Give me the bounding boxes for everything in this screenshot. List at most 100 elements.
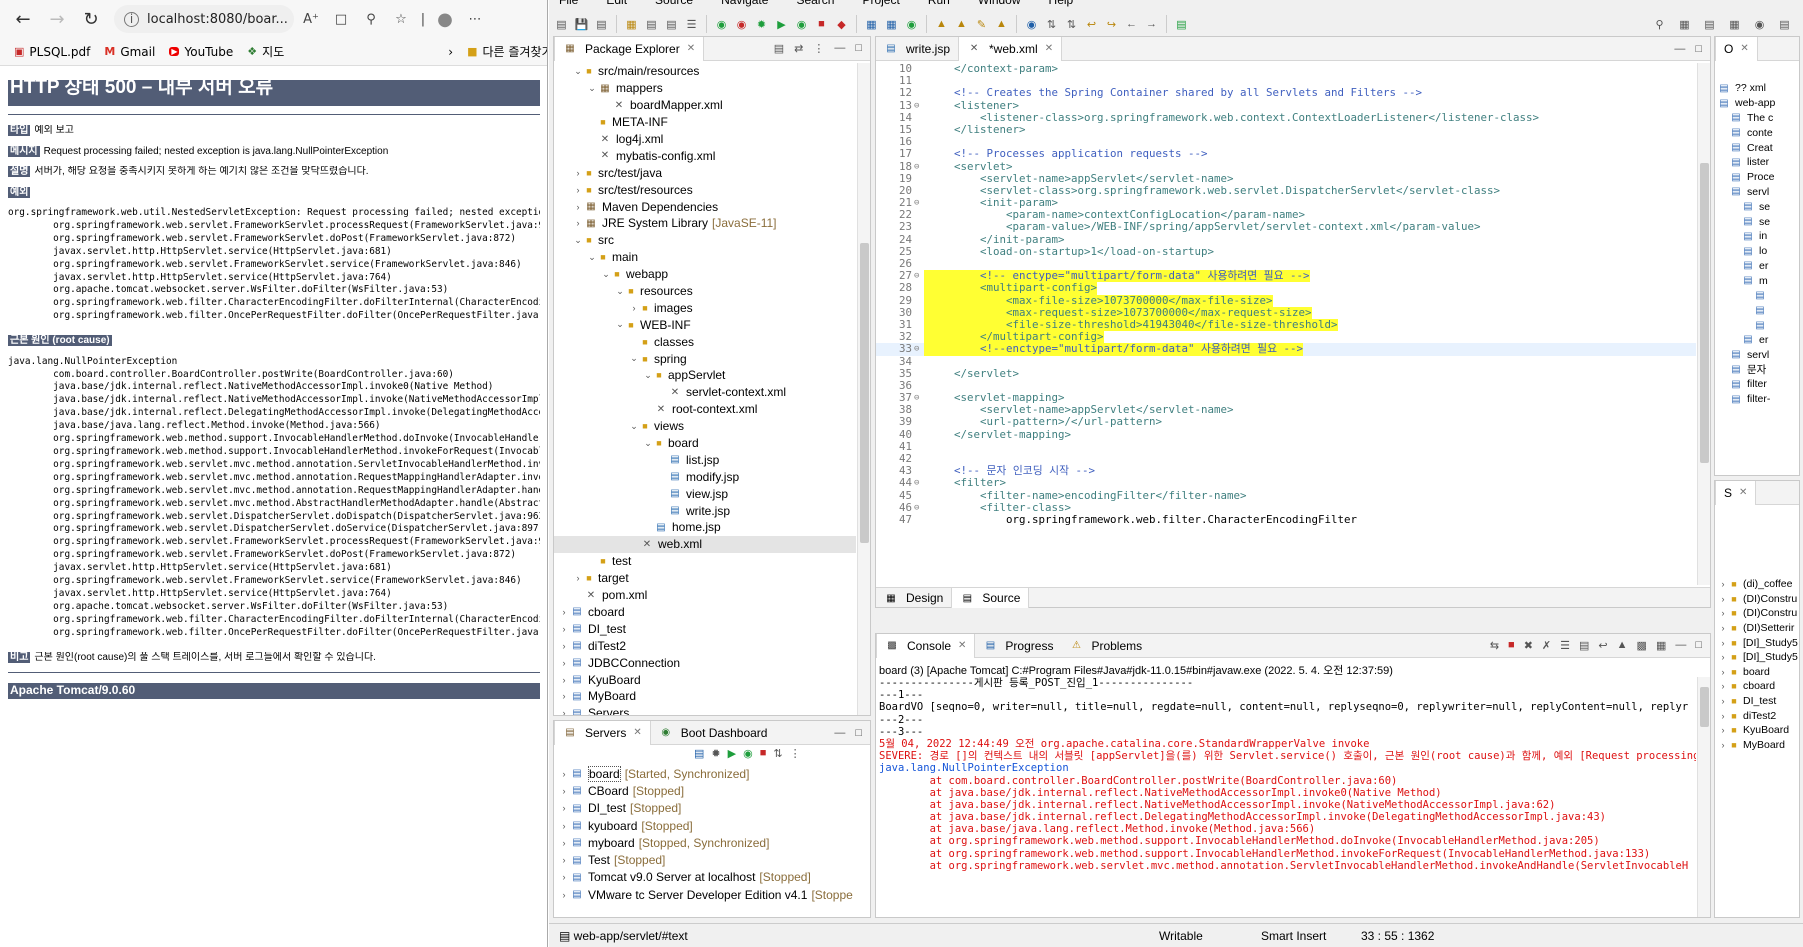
- open-folder-icon[interactable]: ▲: [933, 16, 950, 33]
- server-item[interactable]: › ▤ myboard [Stopped, Synchronized]: [554, 834, 856, 851]
- menu-project[interactable]: Project: [862, 0, 899, 7]
- reader-view-icon[interactable]: □: [328, 6, 354, 32]
- tree-item-write-jsp[interactable]: ▤ write.jsp: [554, 502, 856, 519]
- package-tree-scrollbar[interactable]: [857, 63, 870, 715]
- bookmark-youtube[interactable]: ▶ YouTube: [169, 45, 233, 59]
- tree-item-mappers[interactable]: ⌄ ▦ mappers: [554, 80, 856, 97]
- new-icon[interactable]: ▤: [553, 16, 570, 33]
- expand-toggle-icon[interactable]: ›: [1717, 652, 1729, 662]
- disconnect-icon[interactable]: ⇆: [1490, 639, 1499, 652]
- spring-project-item[interactable]: › ■ [DI]_Study5: [1715, 650, 1799, 665]
- menu-source[interactable]: Source: [655, 0, 693, 7]
- git-perspective-icon[interactable]: ▤: [1776, 16, 1793, 33]
- outline-item[interactable]: ▤ servl: [1715, 347, 1799, 362]
- expand-toggle-icon[interactable]: ›: [558, 675, 570, 685]
- expand-toggle-icon[interactable]: ⌄: [586, 252, 598, 263]
- pin-console-icon[interactable]: ▲: [1617, 639, 1628, 652]
- outline-item[interactable]: ▤ m: [1715, 273, 1799, 288]
- expand-toggle-icon[interactable]: ⌄: [600, 269, 612, 280]
- expand-toggle-icon[interactable]: ⌄: [614, 319, 626, 330]
- debug-perspective-icon[interactable]: ◉: [1751, 16, 1768, 33]
- tree-item-pom-xml[interactable]: ✕ pom.xml: [554, 587, 856, 604]
- spring-project-item[interactable]: › ■ (DI)Constru: [1715, 592, 1799, 607]
- expand-toggle-icon[interactable]: ›: [558, 803, 570, 813]
- expand-toggle-icon[interactable]: ⌄: [614, 286, 626, 297]
- tree-item-modify-jsp[interactable]: ▤ modify.jsp: [554, 468, 856, 485]
- tree-item-main[interactable]: ⌄ ■ main: [554, 249, 856, 266]
- profile-avatar-icon[interactable]: ●: [432, 6, 458, 32]
- outline-item[interactable]: ▤ web-app: [1715, 96, 1799, 111]
- next-edit-icon[interactable]: ⇅: [1063, 16, 1080, 33]
- search-icon[interactable]: ▤: [663, 16, 680, 33]
- fold-marker-icon[interactable]: ⊖: [914, 343, 924, 355]
- spring-project-item[interactable]: › ■ KyuBoard: [1715, 723, 1799, 738]
- expand-toggle-icon[interactable]: ›: [1717, 667, 1729, 677]
- expand-toggle-icon[interactable]: ›: [1717, 740, 1729, 750]
- tab-source[interactable]: ▤ Source: [951, 588, 1030, 608]
- remove-all-icon[interactable]: ✗: [1542, 639, 1551, 652]
- spring-project-item[interactable]: › ■ [DI]_Study5: [1715, 635, 1799, 650]
- other-favorites[interactable]: ■ 다른 즐겨찾기: [467, 43, 547, 60]
- console-scrollbar[interactable]: [1697, 677, 1710, 917]
- expand-toggle-icon[interactable]: ›: [558, 872, 570, 882]
- expand-toggle-icon[interactable]: ›: [1717, 711, 1729, 721]
- tree-item-list-jsp[interactable]: ▤ list.jsp: [554, 451, 856, 468]
- open-type-icon[interactable]: ▦: [623, 16, 640, 33]
- outline-item[interactable]: ▤ The c: [1715, 111, 1799, 126]
- menu-file[interactable]: File: [559, 0, 578, 7]
- java-ee-perspective-icon[interactable]: ▤: [1701, 16, 1718, 33]
- minimize-icon[interactable]: —: [1675, 639, 1686, 652]
- terminate-icon[interactable]: ■: [1508, 639, 1515, 652]
- menu-window[interactable]: Window: [978, 0, 1021, 7]
- start-server-icon[interactable]: ▶: [728, 747, 736, 760]
- outline-item[interactable]: ▤ lo: [1715, 244, 1799, 259]
- expand-toggle-icon[interactable]: ›: [572, 168, 584, 178]
- tree-item-jre-system-library[interactable]: › ▦ JRE System Library [JavaSE-11]: [554, 215, 856, 232]
- new-java-project-icon[interactable]: ▦: [863, 16, 880, 33]
- spring-project-item[interactable]: › ■ diTest2: [1715, 708, 1799, 723]
- save-all-icon[interactable]: ▤: [593, 16, 610, 33]
- tree-item-classes[interactable]: ■ classes: [554, 333, 856, 350]
- tree-item-views[interactable]: ⌄ ■ views: [554, 418, 856, 435]
- outline-item[interactable]: ▤ in: [1715, 229, 1799, 244]
- tree-item-jdbcconnection[interactable]: › ▤ JDBCConnection: [554, 654, 856, 671]
- expand-toggle-icon[interactable]: ›: [1717, 681, 1729, 691]
- spring-project-item[interactable]: › ■ board: [1715, 665, 1799, 680]
- tree-item-home-jsp[interactable]: ▤ home.jsp: [554, 519, 856, 536]
- expand-toggle-icon[interactable]: ›: [558, 691, 570, 701]
- tree-item-servlet-context-xml[interactable]: ✕ servlet-context.xml: [554, 384, 856, 401]
- outline-item[interactable]: ▤ filter-: [1715, 392, 1799, 407]
- search-icon[interactable]: ⚲: [1651, 16, 1668, 33]
- expand-toggle-icon[interactable]: ›: [572, 185, 584, 195]
- close-icon[interactable]: ✕: [1045, 43, 1053, 54]
- outline-item[interactable]: ▤: [1715, 303, 1799, 318]
- view-menu-icon[interactable]: ⋮: [790, 747, 801, 760]
- expand-toggle-icon[interactable]: ›: [1717, 594, 1729, 604]
- tree-item-kyuboard[interactable]: › ▤ KyuBoard: [554, 671, 856, 688]
- annotation-icon[interactable]: ✎: [973, 16, 990, 33]
- tab-write-jsp[interactable]: ▤ write.jsp: [876, 37, 958, 61]
- stop-icon[interactable]: ■: [813, 16, 830, 33]
- editor-scrollbar[interactable]: [1697, 63, 1710, 585]
- bookmarks-overflow-chevron-icon[interactable]: ›: [448, 45, 453, 59]
- publish-icon[interactable]: ⇅: [773, 747, 782, 760]
- expand-toggle-icon[interactable]: ›: [558, 838, 570, 848]
- expand-toggle-icon[interactable]: ›: [1717, 638, 1729, 648]
- expand-toggle-icon[interactable]: ›: [1717, 608, 1729, 618]
- menu-search[interactable]: Search: [796, 0, 834, 7]
- zoom-icon[interactable]: ⚲: [358, 6, 384, 32]
- tree-item-di-test[interactable]: › ▤ DI_test: [554, 620, 856, 637]
- expand-toggle-icon[interactable]: ›: [558, 769, 570, 779]
- maximize-icon[interactable]: □: [855, 727, 862, 739]
- spring-perspective-icon[interactable]: ▦: [1726, 16, 1743, 33]
- back-icon[interactable]: ↩: [1083, 16, 1100, 33]
- tree-item-cboard[interactable]: › ▤ cboard: [554, 604, 856, 621]
- open-perspective-icon[interactable]: ▦: [1676, 16, 1693, 33]
- expand-toggle-icon[interactable]: ⌄: [586, 83, 598, 94]
- fold-marker-icon[interactable]: ⊖: [914, 392, 924, 404]
- expand-toggle-icon[interactable]: ⌄: [642, 438, 654, 449]
- expand-toggle-icon[interactable]: ⌄: [572, 66, 584, 77]
- tab-boot-dashboard[interactable]: ◉ Boot Dashboard: [651, 721, 776, 745]
- new-class-icon[interactable]: ◉: [903, 16, 920, 33]
- tree-item-src-test-java[interactable]: › ■ src/test/java: [554, 164, 856, 181]
